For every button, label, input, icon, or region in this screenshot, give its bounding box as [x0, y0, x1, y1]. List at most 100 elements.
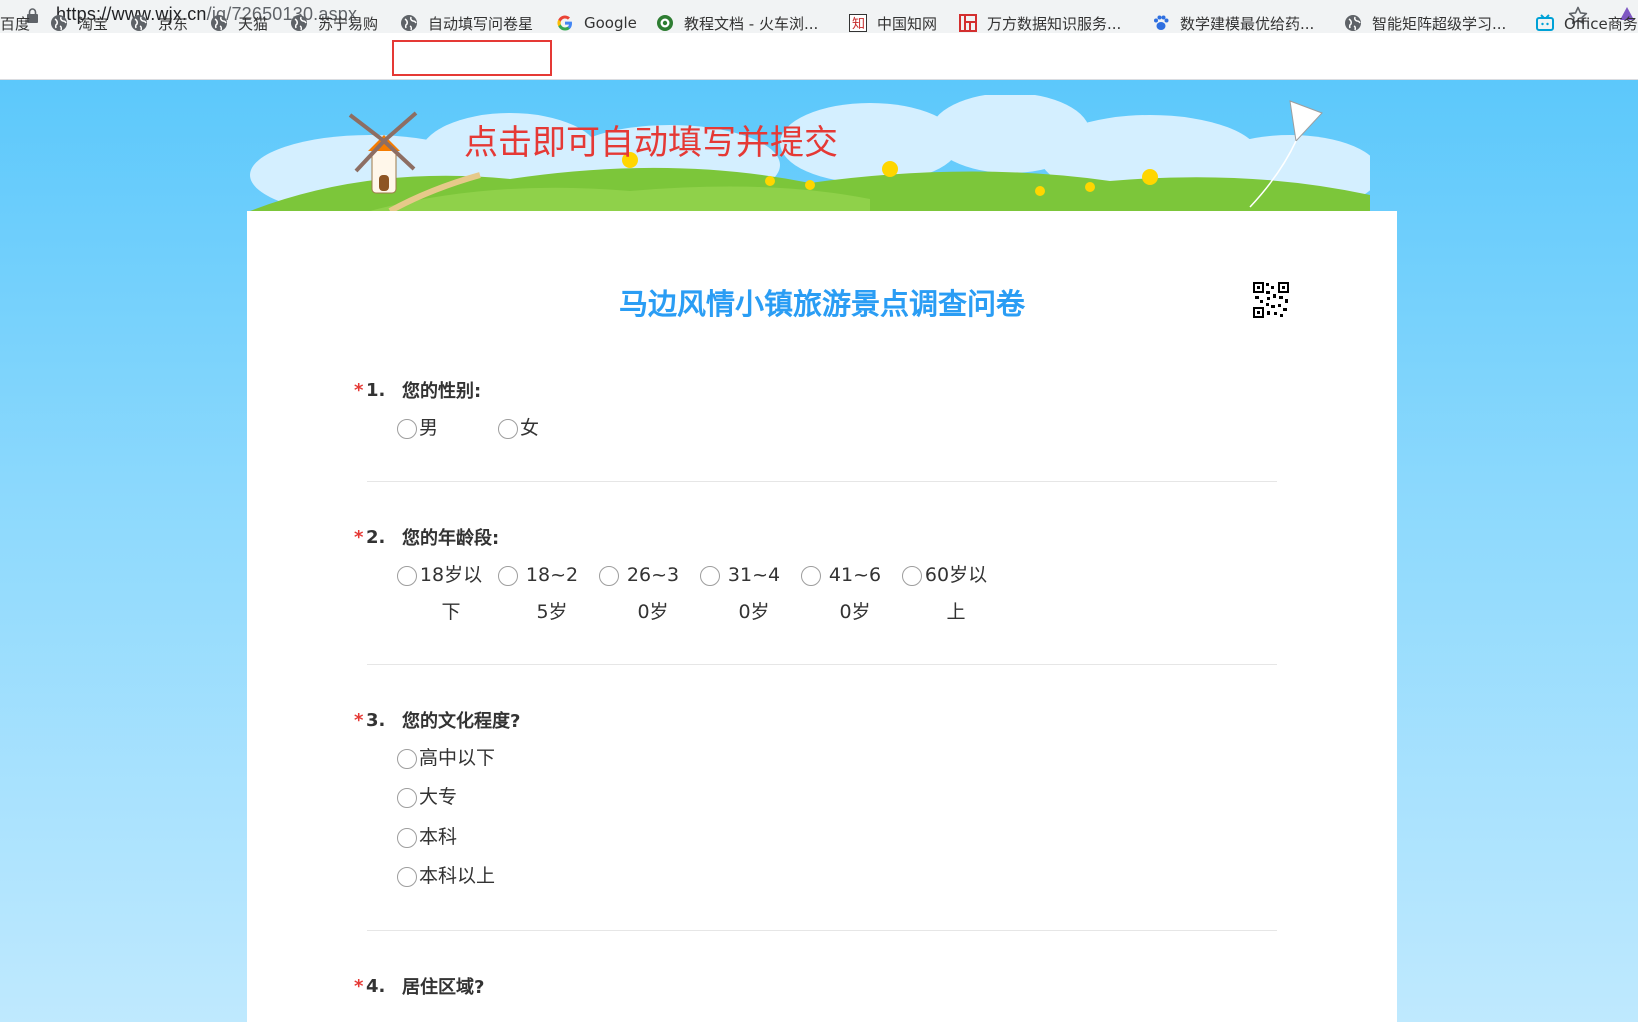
- option-label: 26~30岁: [626, 564, 680, 623]
- bookmark-google[interactable]: Google: [556, 9, 637, 37]
- option-label: 本科: [419, 826, 458, 848]
- question-3-heading: * 3. 您的文化程度?: [354, 707, 520, 733]
- question-number: 3.: [366, 709, 386, 731]
- option-label: 高中以下: [419, 747, 496, 769]
- radio-button[interactable]: [397, 419, 417, 439]
- locoy-icon: [657, 15, 673, 31]
- cnki-icon: 知: [849, 14, 867, 32]
- qr-code-icon[interactable]: [1252, 281, 1290, 319]
- survey-title: 马边风情小镇旅游景点调查问卷: [618, 287, 1025, 321]
- globe-icon: [291, 15, 307, 31]
- required-marker: *: [354, 975, 364, 997]
- option-edu-above-bachelor[interactable]: 本科以上: [397, 865, 495, 887]
- radio-button[interactable]: [397, 828, 417, 848]
- globe-icon: [51, 15, 67, 31]
- option-label: 大专: [419, 786, 458, 808]
- bookmark-wanfang[interactable]: 万方数据知识服务...: [959, 9, 1121, 37]
- question-number: 1.: [366, 379, 386, 401]
- survey-card: 马边风情小镇旅游景点调查问卷 * 1. 您的性别: 男 女 * 2. 您的年龄段…: [247, 211, 1397, 1022]
- bookmark-label: 智能矩阵超级学习...: [1372, 14, 1507, 33]
- bookmark-label: 中国知网: [877, 14, 938, 33]
- option-label: 男: [419, 417, 439, 439]
- divider: [367, 481, 1277, 482]
- google-icon: [557, 15, 572, 31]
- bookmark-label: 百度: [0, 14, 31, 33]
- option-age-31-40[interactable]: 31~40岁: [700, 564, 786, 631]
- question-1-heading: * 1. 您的性别:: [354, 377, 481, 403]
- bookmark-smart-matrix[interactable]: 智能矩阵超级学习...: [1344, 9, 1506, 37]
- svg-text:知: 知: [852, 16, 865, 32]
- option-label: 女: [520, 417, 540, 439]
- bookmark-label: 万方数据知识服务...: [987, 14, 1122, 33]
- bookmark-label: 天猫: [238, 14, 269, 33]
- bookmark-locoy-docs[interactable]: 教程文档 - 火车浏...: [656, 9, 818, 37]
- bookmark-label: Google: [584, 14, 637, 32]
- bookmark-label: 教程文档 - 火车浏...: [684, 14, 819, 33]
- bookmark-baidu[interactable]: 百度: [0, 9, 30, 37]
- question-text: 居住区域?: [402, 977, 485, 998]
- radio-button[interactable]: [397, 566, 417, 586]
- radio-button[interactable]: [397, 788, 417, 808]
- radio-button[interactable]: [498, 419, 518, 439]
- option-age-under-18[interactable]: 18岁以下: [397, 564, 483, 631]
- option-label: 本科以上: [419, 865, 496, 887]
- banner-caption: 点击即可自动填写并提交: [464, 123, 838, 163]
- radio-button[interactable]: [902, 566, 922, 586]
- bookmark-taobao[interactable]: 淘宝: [50, 9, 108, 37]
- bookmark-office[interactable]: Office商务: [1536, 9, 1638, 37]
- globe-icon: [211, 15, 227, 31]
- question-number: 4.: [366, 975, 386, 997]
- required-marker: *: [354, 379, 364, 401]
- option-age-18-25[interactable]: 18~25岁: [498, 564, 584, 631]
- option-age-41-60[interactable]: 41~60岁: [801, 564, 887, 631]
- radio-button[interactable]: [700, 566, 720, 586]
- bookmark-math-modeling[interactable]: 数学建模最优给药...: [1152, 9, 1314, 37]
- required-marker: *: [354, 526, 364, 548]
- wanfang-icon: [959, 14, 977, 32]
- radio-button[interactable]: [599, 566, 619, 586]
- option-age-over-60[interactable]: 60岁以上: [902, 564, 988, 631]
- bookmark-jd[interactable]: 京东: [130, 9, 188, 37]
- question-text: 您的年龄段:: [402, 528, 500, 549]
- option-label: 31~40岁: [727, 564, 781, 623]
- option-label: 18岁以下: [419, 564, 483, 623]
- option-label: 41~60岁: [828, 564, 882, 623]
- question-text: 您的性别:: [402, 381, 482, 402]
- question-text: 您的文化程度?: [402, 711, 521, 732]
- required-marker: *: [354, 709, 364, 731]
- option-edu-below-highschool[interactable]: 高中以下: [397, 747, 495, 769]
- bookmark-suning[interactable]: 苏宁易购: [290, 9, 378, 37]
- bookmark-label: 京东: [158, 14, 189, 33]
- bookmark-label: 数学建模最优给药...: [1180, 14, 1315, 33]
- tv-icon: [1536, 14, 1554, 31]
- bookmark-label: 自动填写问卷星: [428, 14, 534, 33]
- bookmark-label: Office商务: [1564, 14, 1638, 33]
- option-female[interactable]: 女: [498, 417, 539, 439]
- highlight-box: [392, 40, 552, 76]
- option-edu-college[interactable]: 大专: [397, 786, 457, 808]
- bookmark-label: 苏宁易购: [318, 14, 379, 33]
- divider: [367, 664, 1277, 665]
- question-2-heading: * 2. 您的年龄段:: [354, 524, 499, 550]
- globe-icon: [131, 15, 147, 31]
- bookmarks-bar: [0, 33, 1638, 80]
- bookmark-cnki[interactable]: 知中国知网: [849, 9, 937, 37]
- option-age-26-30[interactable]: 26~30岁: [599, 564, 685, 631]
- divider: [367, 930, 1277, 931]
- option-label: 18~25岁: [525, 564, 579, 623]
- question-4-heading: * 4. 居住区域?: [354, 973, 484, 999]
- question-number: 2.: [366, 526, 386, 548]
- option-edu-bachelor[interactable]: 本科: [397, 826, 457, 848]
- option-label: 60岁以上: [924, 564, 988, 623]
- radio-button[interactable]: [498, 566, 518, 586]
- option-male[interactable]: 男: [397, 417, 438, 439]
- radio-button[interactable]: [397, 867, 417, 887]
- globe-icon: [1345, 15, 1361, 31]
- radio-button[interactable]: [397, 749, 417, 769]
- bookmark-autofill-wjx[interactable]: 自动填写问卷星: [400, 9, 533, 37]
- paw-icon: [1154, 15, 1169, 30]
- bookmark-label: 淘宝: [78, 14, 109, 33]
- globe-icon: [401, 15, 417, 31]
- bookmark-tmall[interactable]: 天猫: [210, 9, 268, 37]
- radio-button[interactable]: [801, 566, 821, 586]
